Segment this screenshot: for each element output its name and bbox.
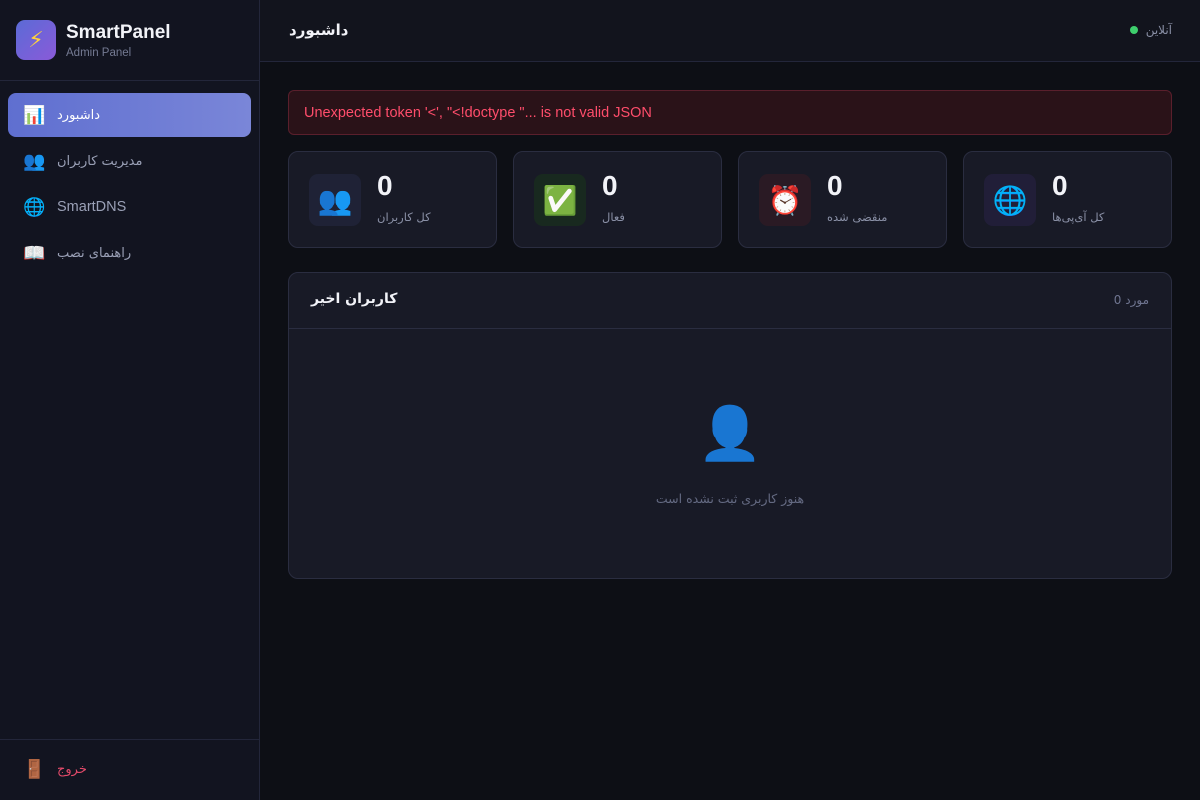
online-dot-icon	[1129, 26, 1138, 34]
users-icon: 👥	[309, 174, 361, 226]
user-icon: 👤	[697, 404, 763, 464]
stat-value: 0	[1052, 170, 1068, 201]
error-message: Unexpected token '<', "<!doctype "... is…	[304, 104, 652, 121]
door-icon: 🚪	[23, 758, 46, 780]
panel-header: کاربران اخیر 0 مورد	[289, 273, 1171, 329]
stat-label: کل کاربران	[377, 210, 431, 224]
book-icon: 📖	[23, 242, 46, 264]
lightning-icon: ⚡	[16, 20, 56, 60]
stat-value: 0	[827, 170, 843, 201]
sidebar-item-install-guide[interactable]: 📖 راهنمای نصب	[8, 231, 251, 275]
sidebar-item-smartdns[interactable]: 🌐 SmartDNS	[8, 185, 251, 229]
stat-label: کل آی‌پی‌ها	[1052, 210, 1105, 224]
sidebar-item-label: داشبورد	[57, 107, 100, 123]
brand: ⚡ SmartPanel Admin Panel	[0, 0, 259, 81]
logout-label: خروج	[57, 761, 87, 777]
globe-icon: 🌐	[23, 196, 46, 218]
sidebar-item-label: SmartDNS	[57, 199, 127, 215]
stat-value: 0	[602, 170, 618, 201]
stat-card-total-ips: 🌐 0 کل آی‌پی‌ها	[963, 151, 1172, 248]
error-alert: Unexpected token '<', "<!doctype "... is…	[288, 90, 1172, 135]
status-text: آنلاین	[1145, 23, 1172, 37]
topbar: داشبورد آنلاین	[260, 0, 1200, 62]
sidebar-item-dashboard[interactable]: 📊 داشبورد	[8, 93, 251, 137]
sidebar-item-label: مدیریت کاربران	[57, 153, 143, 169]
globe-icon: 🌐	[984, 174, 1036, 226]
alarm-clock-icon: ⏰	[759, 174, 811, 226]
sidebar-item-label: راهنمای نصب	[57, 245, 132, 261]
status-indicator: آنلاین	[1129, 23, 1172, 37]
stat-label: فعال	[602, 210, 625, 224]
logout-button[interactable]: 🚪 خروج	[8, 747, 251, 791]
brand-name: SmartPanel	[66, 21, 171, 43]
stat-value: 0	[377, 170, 393, 201]
stats-cards: 👥 0 کل کاربران ✅ 0 فعال ⏰ 0 منقضی شده 🌐 …	[288, 151, 1172, 248]
sidebar-nav: 📊 داشبورد 👥 مدیریت کاربران 🌐 SmartDNS 📖 …	[0, 81, 259, 289]
sidebar: ⚡ SmartPanel Admin Panel 📊 داشبورد 👥 مدی…	[0, 0, 260, 800]
recent-users-panel: کاربران اخیر 0 مورد 👤 هنوز کاربری ثبت نش…	[288, 272, 1172, 579]
page-title: داشبورد	[289, 21, 349, 39]
empty-state-text: هنوز کاربری ثبت نشده است	[655, 491, 805, 506]
stat-card-active: ✅ 0 فعال	[513, 151, 722, 248]
stat-label: منقضی شده	[827, 210, 888, 224]
brand-text: SmartPanel Admin Panel	[66, 22, 171, 59]
stat-card-total-users: 👥 0 کل کاربران	[288, 151, 497, 248]
brand-subtitle: Admin Panel	[66, 46, 132, 59]
sidebar-footer: 🚪 خروج	[0, 739, 259, 800]
check-icon: ✅	[534, 174, 586, 226]
stat-card-expired: ⏰ 0 منقضی شده	[738, 151, 947, 248]
sidebar-item-users[interactable]: 👥 مدیریت کاربران	[8, 139, 251, 183]
chart-icon: 📊	[23, 104, 46, 126]
users-icon: 👥	[23, 150, 46, 172]
items-count: 0 مورد	[1113, 293, 1149, 307]
panel-title: کاربران اخیر	[311, 291, 398, 307]
